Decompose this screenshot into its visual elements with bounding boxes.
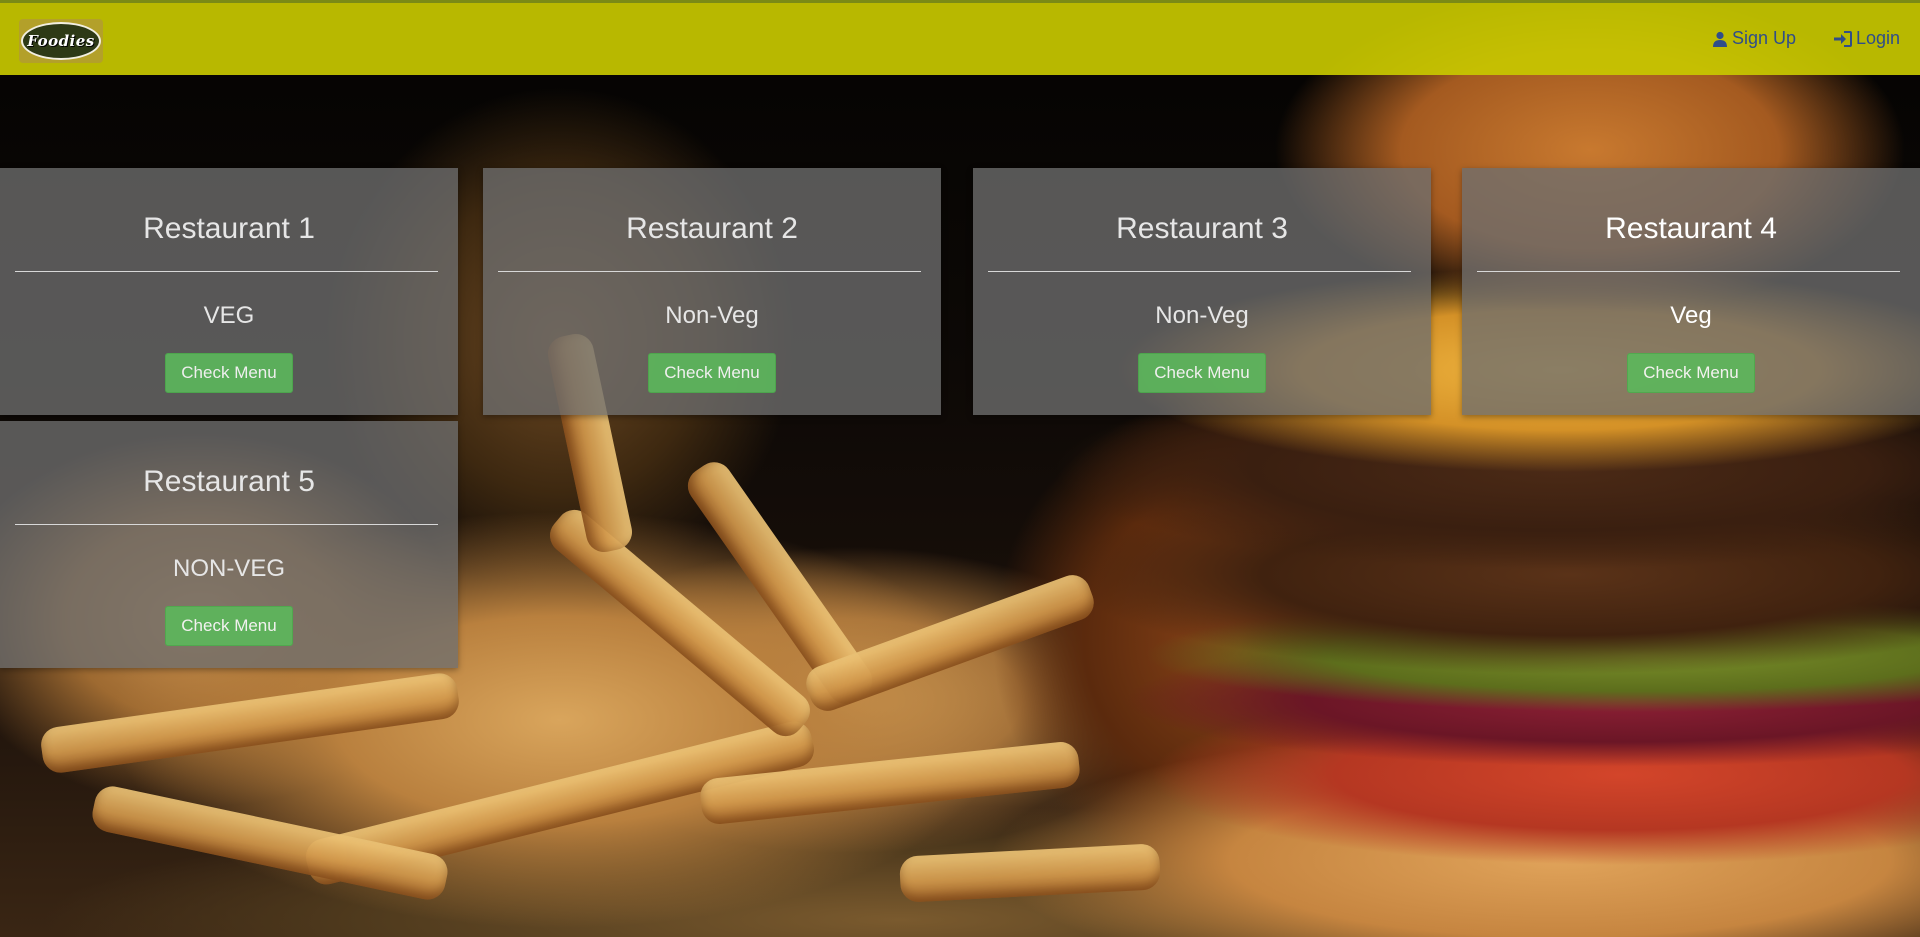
brand-logo[interactable]: Foodies (19, 19, 103, 63)
signup-link[interactable]: Sign Up (1712, 28, 1796, 49)
restaurant-card: Restaurant 2 Non-Veg Check Menu (483, 168, 941, 415)
fry (38, 670, 462, 776)
check-menu-button[interactable]: Check Menu (1627, 353, 1755, 393)
logo-text: Foodies (21, 22, 101, 60)
restaurant-type: VEG (203, 302, 255, 329)
login-label: Login (1856, 28, 1901, 48)
sign-in-icon (1834, 30, 1852, 47)
restaurant-card: Restaurant 5 NON-VEG Check Menu (0, 421, 458, 668)
restaurant-name: Restaurant 5 (143, 465, 315, 498)
fry (898, 843, 1162, 903)
check-menu-button[interactable]: Check Menu (1138, 353, 1266, 393)
card-divider (1477, 271, 1900, 272)
restaurant-card: Restaurant 1 VEG Check Menu (0, 168, 458, 415)
card-divider (988, 271, 1411, 272)
restaurant-type: Non-Veg (665, 302, 759, 329)
restaurant-type: Veg (1670, 302, 1712, 329)
restaurant-name: Restaurant 1 (143, 212, 315, 245)
card-divider (15, 271, 438, 272)
user-icon (1712, 31, 1728, 47)
restaurant-name: Restaurant 3 (1116, 212, 1288, 245)
restaurant-type: NON-VEG (172, 555, 285, 582)
restaurant-card: Restaurant 4 Veg Check Menu (1462, 168, 1920, 415)
check-menu-button[interactable]: Check Menu (648, 353, 776, 393)
restaurant-type: Non-Veg (1155, 302, 1249, 329)
restaurant-card: Restaurant 3 Non-Veg Check Menu (973, 168, 1431, 415)
page: Foodies Sign Up Login Restaurant 1 VEG C… (0, 0, 1920, 937)
top-navbar: Foodies Sign Up Login (0, 0, 1920, 75)
restaurant-name: Restaurant 4 (1605, 212, 1777, 245)
login-link[interactable]: Login (1834, 28, 1900, 49)
check-menu-button[interactable]: Check Menu (165, 353, 293, 393)
check-menu-button[interactable]: Check Menu (165, 606, 293, 646)
card-divider (498, 271, 921, 272)
card-divider (15, 524, 438, 525)
restaurant-name: Restaurant 2 (626, 212, 798, 245)
signup-label: Sign Up (1732, 28, 1797, 48)
